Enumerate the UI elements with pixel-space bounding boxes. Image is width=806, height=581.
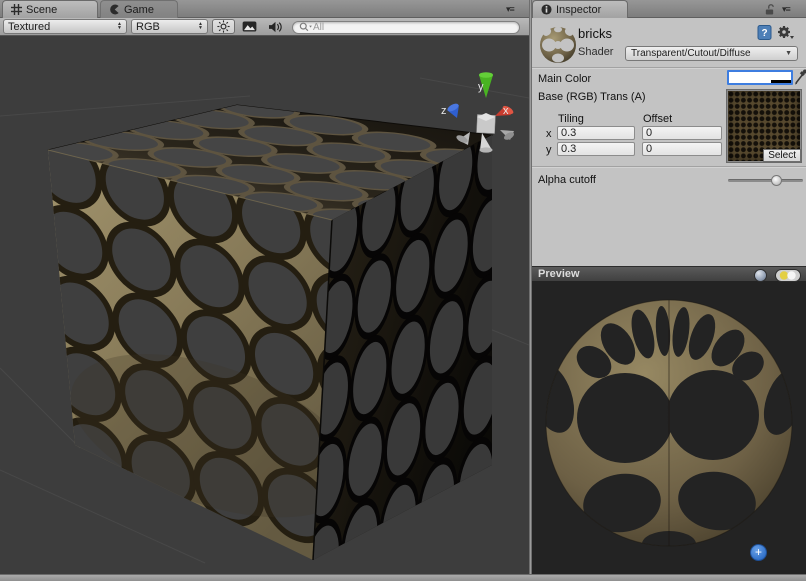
game-icon — [109, 4, 120, 15]
lock-icon[interactable] — [764, 4, 775, 15]
scene-panel-menu-icon[interactable]: ▾≡ — [506, 4, 514, 15]
grid-icon — [11, 4, 22, 15]
axis-y-label: y — [478, 81, 484, 93]
draw-mode-value: Textured — [8, 21, 50, 33]
divider — [532, 166, 806, 167]
window-bottom-edge — [0, 574, 806, 581]
scene-overlay-toggle[interactable] — [238, 19, 261, 34]
preview-sphere-render — [532, 282, 806, 574]
shader-value: Transparent/Cutout/Diffuse — [631, 48, 751, 59]
offset-y-input[interactable] — [642, 142, 722, 156]
offset-x-input[interactable] — [642, 126, 722, 140]
preview-title: Preview — [532, 268, 580, 280]
sun-icon — [217, 20, 230, 33]
tab-game-label: Game — [124, 4, 154, 16]
svg-text:?: ? — [761, 28, 767, 39]
inspector-tabstrip: Inspector ▾≡ — [532, 0, 806, 18]
tiling-header: Tiling — [558, 113, 584, 125]
tab-scene-label: Scene — [26, 4, 57, 16]
gear-icon[interactable] — [777, 24, 794, 40]
inspector-content: bricks Shader Transparent/Cutout/Diffuse… — [532, 18, 806, 266]
scene-panel: Scene Game ▾≡ Textured ▲▼ RGB ▲▼ — [0, 0, 529, 574]
scene-cube[interactable] — [22, 95, 529, 574]
scene-3d-render: y x z — [0, 36, 529, 574]
alpha-bar — [729, 80, 791, 83]
axis-x-label: x — [503, 105, 509, 117]
offset-header: Offset — [643, 113, 672, 125]
tiling-x-input[interactable] — [557, 126, 635, 140]
preview-sphere-button[interactable] — [754, 269, 767, 282]
tiling-row-y-axis: y — [546, 144, 552, 156]
alpha-cutoff-label: Alpha cutoff — [538, 174, 596, 186]
base-texture-label: Base (RGB) Trans (A) — [538, 91, 646, 103]
material-sphere-icon — [538, 25, 578, 65]
speaker-icon — [268, 21, 282, 33]
inspector-panel-menu-icon[interactable]: ▾≡ — [782, 4, 790, 15]
tab-inspector[interactable]: Inspector — [532, 0, 628, 18]
shader-label: Shader — [578, 46, 613, 58]
search-input[interactable] — [313, 22, 493, 33]
preview-header[interactable]: Preview — [532, 266, 806, 282]
scene-search-field[interactable] — [292, 21, 520, 34]
draw-mode-dropdown[interactable]: Textured ▲▼ — [3, 19, 127, 34]
main-color-label: Main Color — [538, 73, 591, 85]
eyedropper-icon[interactable] — [794, 69, 806, 85]
help-icon[interactable]: ? — [757, 25, 772, 40]
tab-inspector-label: Inspector — [556, 4, 601, 16]
dropdown-arrows-icon: ▲▼ — [194, 23, 203, 30]
scene-viewport[interactable]: y x z — [0, 36, 529, 574]
tab-scene[interactable]: Scene — [2, 0, 98, 18]
scene-audio-toggle[interactable] — [263, 19, 286, 34]
unity-editor-window: Scene Game ▾≡ Textured ▲▼ RGB ▲▼ — [0, 0, 806, 581]
tiling-row-x-axis: x — [546, 128, 552, 140]
tab-game[interactable]: Game — [100, 0, 178, 18]
material-name: bricks — [578, 26, 612, 41]
image-icon — [242, 21, 257, 32]
alpha-cutoff-slider[interactable] — [728, 179, 803, 182]
preview-sphere — [532, 300, 806, 557]
scene-tabstrip: Scene Game ▾≡ — [0, 0, 529, 18]
preview-expand-button[interactable]: + — [750, 544, 767, 561]
color-mode-value: RGB — [136, 21, 160, 33]
preview-lighting-button[interactable] — [775, 269, 801, 282]
scene-lighting-toggle[interactable] — [212, 19, 235, 34]
texture-select-button[interactable]: Select — [763, 149, 801, 162]
alpha-cutoff-knob[interactable] — [771, 175, 782, 186]
shader-dropdown[interactable]: Transparent/Cutout/Diffuse ▼ — [625, 46, 798, 61]
tiling-y-input[interactable] — [557, 142, 635, 156]
color-mode-dropdown[interactable]: RGB ▲▼ — [131, 19, 208, 34]
texture-thumbnail[interactable]: Select — [727, 90, 801, 162]
divider — [532, 67, 806, 68]
dropdown-arrows-icon: ▲▼ — [113, 23, 122, 30]
scene-toolbar: Textured ▲▼ RGB ▲▼ — [0, 18, 529, 36]
axis-z-label: z — [441, 105, 447, 117]
preview-viewport[interactable]: + — [532, 282, 806, 574]
search-icon — [299, 22, 313, 32]
info-icon — [541, 4, 552, 15]
chevron-down-icon: ▼ — [785, 50, 792, 57]
main-color-swatch[interactable] — [727, 70, 793, 85]
